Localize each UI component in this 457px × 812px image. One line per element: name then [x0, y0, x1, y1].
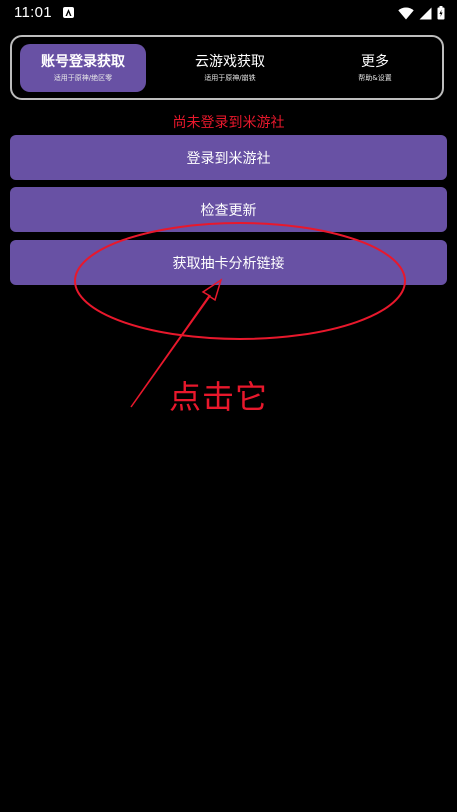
tab-subtitle: 适用于原神/崩铁 — [204, 73, 256, 82]
signal-icon — [419, 7, 432, 19]
status-time: 11:01 — [14, 4, 52, 21]
tab-subtitle: 帮助&设置 — [358, 73, 392, 82]
annotation-text: 点击它 — [169, 378, 269, 416]
login-button[interactable]: 登录到米游社 — [10, 135, 447, 180]
status-bar: 11:01 — [0, 0, 457, 26]
status-icons — [398, 5, 445, 21]
wifi-icon — [398, 7, 414, 19]
login-status-text: 尚未登录到米游社 — [172, 115, 285, 131]
tab-label: 云游戏获取 — [195, 53, 265, 70]
tab-label: 账号登录获取 — [41, 53, 125, 70]
get-gacha-link-button[interactable]: 获取抽卡分析链接 — [10, 240, 447, 285]
check-update-button[interactable]: 检查更新 — [10, 187, 447, 232]
tab-label: 更多 — [361, 53, 389, 70]
battery-icon — [437, 6, 445, 20]
notification-app-icon — [63, 7, 74, 18]
tab-bar: 账号登录获取 适用于原神/绝区零 云游戏获取 适用于原神/崩铁 更多 帮助&设置 — [10, 35, 444, 100]
tab-account-login[interactable]: 账号登录获取 适用于原神/绝区零 — [20, 44, 146, 92]
tab-more[interactable]: 更多 帮助&设置 — [312, 44, 438, 92]
tab-subtitle: 适用于原神/绝区零 — [53, 73, 113, 82]
tab-cloud-game[interactable]: 云游戏获取 适用于原神/崩铁 — [167, 44, 293, 92]
